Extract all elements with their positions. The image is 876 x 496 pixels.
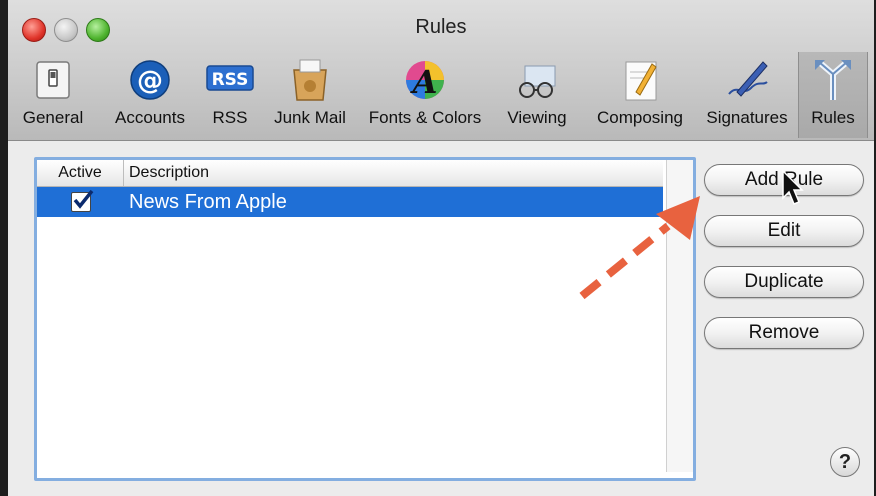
mouse-pointer-icon [782,169,804,205]
annotation-overlay [579,169,804,300]
annotation-arrow-icon [579,196,700,300]
